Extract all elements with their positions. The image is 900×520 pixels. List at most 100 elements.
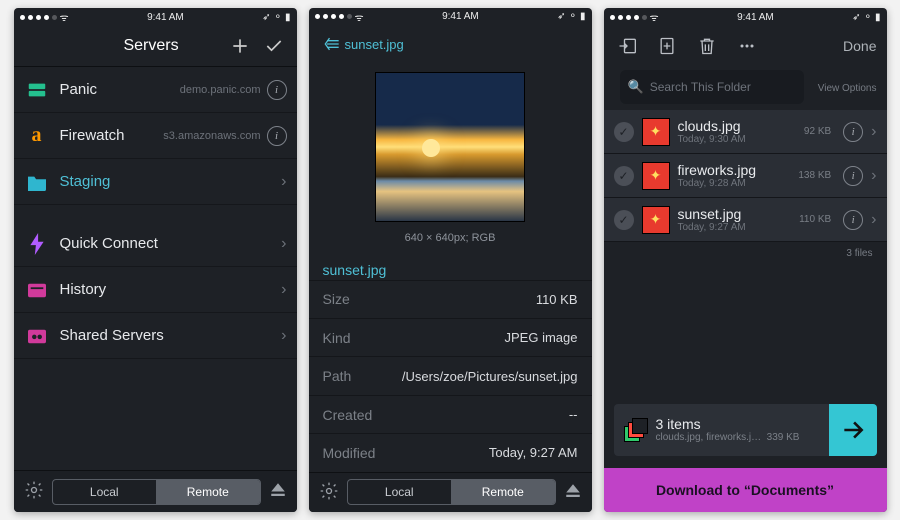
wifi-icon: ᯤ bbox=[650, 10, 659, 24]
checkbox-icon[interactable]: ✓ bbox=[614, 166, 634, 186]
local-remote-segment[interactable]: Local Remote bbox=[52, 479, 261, 505]
new-file-icon[interactable] bbox=[654, 33, 680, 59]
location-icon: ➶ bbox=[557, 11, 565, 22]
server-row-panic[interactable]: Panic demo.panic.com i bbox=[14, 67, 297, 113]
server-icon bbox=[24, 77, 50, 103]
file-name-title: sunset.jpg bbox=[309, 250, 401, 280]
tray-go-button[interactable] bbox=[829, 404, 877, 456]
selection-tray[interactable]: 3 items clouds.jpg, fireworks.j… 339 KB bbox=[614, 404, 877, 456]
chevron-right-icon: › bbox=[281, 173, 286, 191]
move-icon[interactable] bbox=[614, 33, 640, 59]
bolt-icon bbox=[24, 231, 50, 257]
file-list: ✓ ✦ clouds.jpgToday, 9:30 AM 92 KB i › ✓… bbox=[604, 110, 887, 242]
status-time: 9:41 AM bbox=[442, 11, 479, 22]
server-list: Panic demo.panic.com i a Firewatch s3.am… bbox=[14, 67, 297, 205]
file-row[interactable]: ✓ ✦ clouds.jpgToday, 9:30 AM 92 KB i › bbox=[604, 110, 887, 154]
info-icon[interactable]: i bbox=[267, 80, 287, 100]
tray-title: 3 items bbox=[656, 416, 821, 432]
prop-created: Created-- bbox=[309, 395, 592, 433]
eject-icon[interactable] bbox=[564, 482, 582, 503]
file-count: 3 files bbox=[604, 242, 887, 265]
checkbox-icon[interactable]: ✓ bbox=[614, 210, 634, 230]
file-row[interactable]: ✓ ✦ fireworks.jpgToday, 9:28 AM 138 KB i… bbox=[604, 154, 887, 198]
add-button[interactable] bbox=[227, 33, 253, 59]
status-time: 9:41 AM bbox=[147, 12, 184, 23]
file-row[interactable]: ✓ ✦ sunset.jpgToday, 9:27 AM 110 KB i › bbox=[604, 198, 887, 242]
server-name: Staging bbox=[60, 173, 282, 190]
location-icon: ➶ bbox=[852, 12, 860, 23]
row-label: Shared Servers bbox=[60, 327, 282, 344]
location-icon: ➶ bbox=[262, 12, 270, 23]
segment-remote[interactable]: Remote bbox=[156, 480, 260, 504]
prop-modified: ModifiedToday, 9:27 AM bbox=[309, 433, 592, 471]
page-title: Servers bbox=[76, 37, 227, 55]
eject-icon[interactable] bbox=[269, 481, 287, 502]
info-icon[interactable]: i bbox=[267, 126, 287, 146]
file-thumb: ✦ bbox=[642, 206, 670, 234]
chevron-right-icon: › bbox=[281, 327, 286, 345]
aws-icon: a bbox=[24, 123, 50, 149]
info-icon[interactable]: i bbox=[843, 122, 863, 142]
folder-icon bbox=[24, 169, 50, 195]
wifi-icon: ᯤ bbox=[60, 10, 69, 24]
image-thumbnail[interactable] bbox=[375, 72, 525, 222]
screen-servers: ᯤ 9:41 AM ➶ ⚬▮ Servers Panic demo.panic.c… bbox=[14, 8, 297, 512]
wifi-icon: ᯤ bbox=[355, 10, 364, 24]
trash-icon[interactable] bbox=[694, 33, 720, 59]
image-dimensions: 640 × 640px; RGB bbox=[405, 232, 496, 244]
bluetooth-icon: ⚬ bbox=[864, 12, 872, 23]
server-name: Firewatch bbox=[60, 127, 164, 144]
search-placeholder: Search This Folder bbox=[650, 80, 796, 94]
back-list-icon[interactable] bbox=[319, 31, 345, 57]
bottom-toolbar: Local Remote bbox=[309, 472, 592, 512]
chevron-right-icon: › bbox=[871, 211, 876, 229]
local-remote-segment[interactable]: Local Remote bbox=[347, 479, 556, 505]
server-row-firewatch[interactable]: a Firewatch s3.amazonaws.com i bbox=[14, 113, 297, 159]
history-icon bbox=[24, 277, 50, 303]
done-check-button[interactable] bbox=[261, 33, 287, 59]
info-icon[interactable]: i bbox=[843, 166, 863, 186]
quick-connect-row[interactable]: Quick Connect › bbox=[14, 221, 297, 267]
status-time: 9:41 AM bbox=[737, 12, 774, 23]
bottom-toolbar: Local Remote bbox=[14, 470, 297, 512]
screen-file-info: ᯤ 9:41 AM ➶ ⚬▮ sunset.jpg 640 × 640px; RG… bbox=[309, 8, 592, 512]
chevron-right-icon: › bbox=[871, 167, 876, 185]
prop-path: Path/Users/zoe/Pictures/sunset.jpg bbox=[309, 356, 592, 394]
extras-list: Quick Connect › History › Shared Servers… bbox=[14, 221, 297, 359]
server-row-staging[interactable]: Staging › bbox=[14, 159, 297, 205]
chevron-right-icon: › bbox=[281, 281, 286, 299]
server-host: s3.amazonaws.com bbox=[163, 130, 260, 142]
status-bar: ᯤ 9:41 AM ➶ ⚬▮ bbox=[604, 8, 887, 26]
battery-icon: ▮ bbox=[875, 12, 881, 23]
bluetooth-icon: ⚬ bbox=[569, 11, 577, 22]
info-icon[interactable]: i bbox=[843, 210, 863, 230]
gear-icon[interactable] bbox=[24, 480, 44, 503]
bluetooth-icon: ⚬ bbox=[274, 12, 282, 23]
row-label: Quick Connect bbox=[60, 235, 282, 252]
done-button[interactable]: Done bbox=[843, 38, 876, 54]
battery-icon: ▮ bbox=[580, 11, 586, 22]
gear-icon[interactable] bbox=[319, 481, 339, 504]
search-icon: 🔍 bbox=[628, 79, 644, 95]
preview-area: 640 × 640px; RGB bbox=[309, 64, 592, 250]
navbar: sunset.jpg bbox=[309, 25, 592, 63]
chevron-right-icon: › bbox=[871, 123, 876, 141]
download-bar[interactable]: Download to “Documents” bbox=[604, 468, 887, 512]
shared-servers-row[interactable]: Shared Servers › bbox=[14, 313, 297, 359]
row-label: History bbox=[60, 281, 282, 298]
shared-icon bbox=[24, 323, 50, 349]
view-options-button[interactable]: View Options bbox=[818, 83, 877, 94]
segment-local[interactable]: Local bbox=[348, 480, 452, 504]
checkbox-icon[interactable]: ✓ bbox=[614, 122, 634, 142]
battery-icon: ▮ bbox=[285, 12, 291, 23]
breadcrumb[interactable]: sunset.jpg bbox=[345, 37, 556, 52]
prop-kind: KindJPEG image bbox=[309, 318, 592, 356]
history-row[interactable]: History › bbox=[14, 267, 297, 313]
chevron-right-icon: › bbox=[281, 235, 286, 253]
search-field[interactable]: 🔍 Search This Folder bbox=[620, 70, 804, 104]
file-thumb: ✦ bbox=[642, 162, 670, 190]
stack-icon bbox=[624, 418, 648, 442]
segment-remote[interactable]: Remote bbox=[451, 480, 555, 504]
more-icon[interactable] bbox=[734, 33, 760, 59]
segment-local[interactable]: Local bbox=[53, 480, 157, 504]
